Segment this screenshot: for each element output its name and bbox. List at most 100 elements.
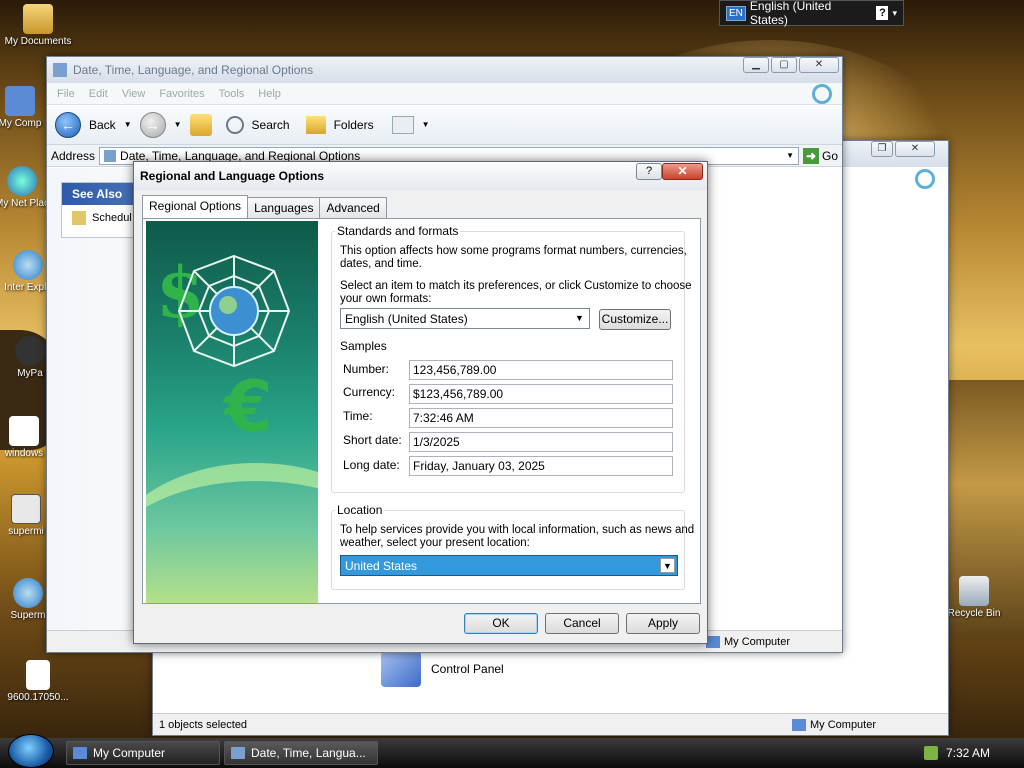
- close-button[interactable]: ✕: [895, 141, 935, 157]
- taskbar-item-my-computer[interactable]: My Computer: [66, 741, 220, 765]
- location-select[interactable]: United States ▼: [340, 555, 678, 576]
- menu-favorites[interactable]: Favorites: [159, 88, 204, 100]
- scheduled-tasks-icon: [72, 211, 86, 225]
- sample-label: Time:: [343, 409, 373, 423]
- start-orb-icon[interactable]: [8, 734, 54, 768]
- computer-icon: [73, 747, 87, 759]
- chevron-down-icon[interactable]: ▼: [660, 558, 675, 573]
- control-panel-icon: [231, 747, 245, 759]
- format-select[interactable]: English (United States) ▼: [340, 308, 590, 329]
- network-icon[interactable]: [924, 746, 938, 760]
- window-icon: [53, 63, 67, 77]
- customize-button[interactable]: Customize...: [599, 309, 671, 330]
- close-button[interactable]: ✕: [662, 163, 703, 180]
- tab-advanced[interactable]: Advanced: [319, 197, 387, 218]
- control-panel-item[interactable]: Control Panel: [381, 651, 504, 687]
- standards-desc-1: This option affects how some programs fo…: [340, 245, 687, 257]
- status-bar: 1 objects selected My Computer: [153, 713, 948, 735]
- desktop-icon-9600[interactable]: 9600.17050...: [0, 660, 76, 703]
- standards-select-2: your own formats:: [340, 293, 432, 305]
- control-panel-icon: [104, 149, 117, 162]
- close-button[interactable]: ✕: [799, 57, 839, 73]
- window-controls: ❐ ✕: [871, 141, 935, 157]
- status-zone: My Computer: [706, 635, 836, 648]
- standards-desc-2: dates, and time.: [340, 258, 422, 270]
- toolbar: ← Back ▼ → ▼ Search Folders ▼: [47, 105, 842, 145]
- folder-icon: [23, 4, 53, 34]
- minimize-button[interactable]: ▁: [743, 57, 769, 73]
- location-desc-1: To help services provide you with local …: [340, 524, 695, 536]
- sample-long-date-value: Friday, January 03, 2025: [409, 456, 673, 476]
- help-icon[interactable]: ?: [876, 6, 889, 20]
- control-panel-icon: [381, 651, 421, 687]
- folders-button[interactable]: Folders: [334, 118, 374, 132]
- throbber-icon: [915, 169, 935, 189]
- sample-time-value: 7:32:46 AM: [409, 408, 673, 428]
- chevron-down-icon[interactable]: ▾: [892, 8, 897, 19]
- forward-arrow-icon[interactable]: →: [139, 111, 166, 138]
- menu-file[interactable]: File: [57, 88, 75, 100]
- apply-button[interactable]: Apply: [626, 613, 700, 634]
- sample-label: Short date:: [343, 433, 402, 447]
- restore-button[interactable]: ❐: [871, 141, 893, 157]
- taskbar-item-date-time[interactable]: Date, Time, Langua...: [224, 741, 378, 765]
- regional-artwork: $ €: [146, 221, 318, 603]
- menu-tools[interactable]: Tools: [219, 88, 245, 100]
- help-button[interactable]: ?: [636, 163, 662, 180]
- folder-icon: [305, 115, 326, 134]
- sample-short-date-value: 1/3/2025: [409, 432, 673, 452]
- up-folder-icon[interactable]: [189, 113, 212, 136]
- recycle-bin-icon: [959, 576, 989, 606]
- computer-icon: [5, 86, 35, 116]
- cancel-button[interactable]: Cancel: [545, 613, 619, 634]
- ok-button[interactable]: OK: [464, 613, 538, 634]
- tab-strip: Regional Options Languages Advanced: [142, 195, 387, 218]
- desktop-icon-my-documents[interactable]: My Documents: [0, 4, 76, 47]
- maximize-button[interactable]: ▢: [771, 57, 797, 73]
- menu-help[interactable]: Help: [258, 88, 281, 100]
- ie-icon: [13, 250, 43, 280]
- back-arrow-icon[interactable]: ←: [55, 111, 81, 138]
- computer-icon: [792, 718, 806, 731]
- web-graphic: [177, 254, 291, 368]
- search-icon: [225, 115, 244, 134]
- globe-icon: [7, 166, 37, 196]
- sample-label: Long date:: [343, 458, 400, 472]
- file-icon: [26, 660, 50, 690]
- disc-icon: [13, 578, 43, 608]
- app-icon: [11, 494, 41, 524]
- chevron-down-icon[interactable]: ▼: [422, 120, 430, 129]
- euro-symbol-icon: €: [224, 366, 273, 448]
- system-tray: 7:32 AM: [914, 738, 1024, 768]
- menu-view[interactable]: View: [122, 88, 146, 100]
- sample-currency-value: $123,456,789.00: [409, 384, 673, 404]
- location-group: Location: [331, 503, 685, 590]
- window-controls: ▁ ▢ ✕: [743, 57, 839, 73]
- tab-regional-options[interactable]: Regional Options: [142, 195, 249, 218]
- back-button[interactable]: Back: [89, 118, 116, 132]
- dialog-titlebar[interactable]: Regional and Language Options: [134, 162, 707, 190]
- language-name[interactable]: English (United States): [750, 0, 873, 27]
- language-code[interactable]: EN: [726, 5, 746, 21]
- search-button[interactable]: Search: [252, 118, 290, 132]
- menu-bar: File Edit View Favorites Tools Help: [47, 83, 842, 105]
- computer-icon: [706, 635, 720, 648]
- menu-edit[interactable]: Edit: [89, 88, 108, 100]
- language-bar[interactable]: EN English (United States) ? ▾: [719, 0, 904, 27]
- chevron-down-icon[interactable]: ▼: [124, 120, 132, 129]
- go-arrow-icon: ➜: [802, 147, 819, 164]
- go-button[interactable]: ➜Go: [802, 147, 838, 164]
- chevron-down-icon[interactable]: ▼: [174, 120, 182, 129]
- clock[interactable]: 7:32 AM: [946, 746, 990, 760]
- throbber-icon: [812, 83, 832, 104]
- address-label: Address: [51, 148, 96, 163]
- dropdown-arrow-icon[interactable]: ▼: [786, 151, 794, 160]
- regional-language-dialog[interactable]: Regional and Language Options ? ✕ Region…: [133, 161, 708, 644]
- chevron-down-icon[interactable]: ▼: [572, 311, 587, 326]
- tab-languages[interactable]: Languages: [247, 197, 321, 218]
- titlebar[interactable]: Date, Time, Language, and Regional Optio…: [47, 57, 842, 83]
- views-icon[interactable]: [391, 115, 414, 134]
- sample-label: Currency:: [343, 385, 396, 399]
- samples-title: Samples: [340, 339, 387, 353]
- taskbar: My Computer Date, Time, Langua... 7:32 A…: [0, 734, 1024, 768]
